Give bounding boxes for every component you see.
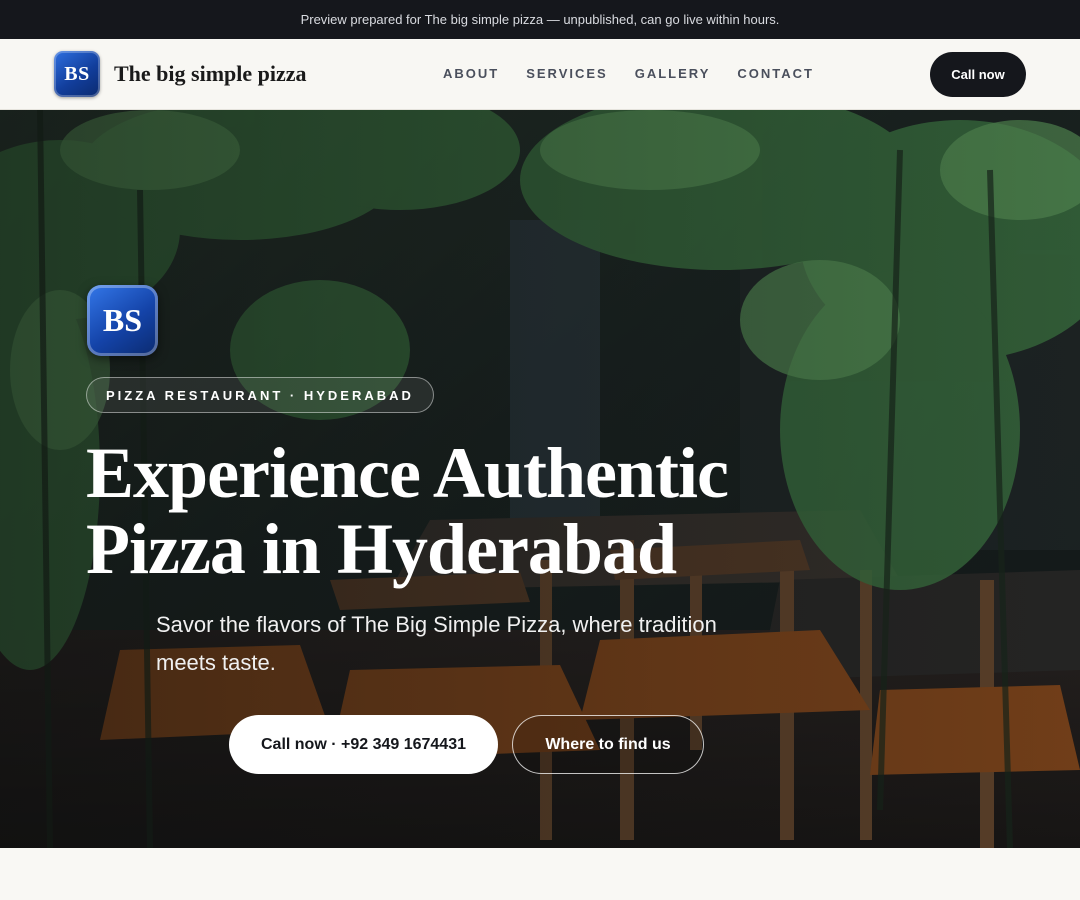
nav-link-services[interactable]: SERVICES — [526, 66, 608, 81]
nav-link-contact[interactable]: CONTACT — [737, 66, 814, 81]
hero-title: Experience Authentic Pizza in Hyderabad — [86, 435, 806, 587]
hero-title-line-2: Pizza in Hyderabad — [86, 509, 677, 589]
call-phone-button[interactable]: Call now · +92 349 1674431 — [229, 715, 498, 774]
main-nav: ABOUT SERVICES GALLERY CONTACT — [443, 66, 814, 81]
header-call-button[interactable]: Call now — [930, 52, 1026, 97]
hero-category-tag: PIZZA RESTAURANT · HYDERABAD — [86, 377, 434, 413]
preview-banner-text: Preview prepared for The big simple pizz… — [300, 12, 780, 27]
next-section — [0, 848, 1080, 900]
hero-title-line-1: Experience Authentic — [86, 433, 729, 513]
nav-link-about[interactable]: ABOUT — [443, 66, 499, 81]
brand-logo[interactable]: BS — [54, 51, 100, 97]
hero-section: BS PIZZA RESTAURANT · HYDERABAD Experien… — [0, 110, 1080, 848]
site-header: BS The big simple pizza ABOUT SERVICES G… — [0, 39, 1080, 110]
hero-logo: BS — [87, 285, 158, 356]
preview-banner: Preview prepared for The big simple pizz… — [0, 0, 1080, 39]
brand-name[interactable]: The big simple pizza — [114, 61, 307, 87]
hero-subtitle: Savor the flavors of The Big Simple Pizz… — [156, 612, 717, 675]
nav-link-gallery[interactable]: GALLERY — [635, 66, 711, 81]
find-us-button[interactable]: Where to find us — [512, 715, 704, 774]
